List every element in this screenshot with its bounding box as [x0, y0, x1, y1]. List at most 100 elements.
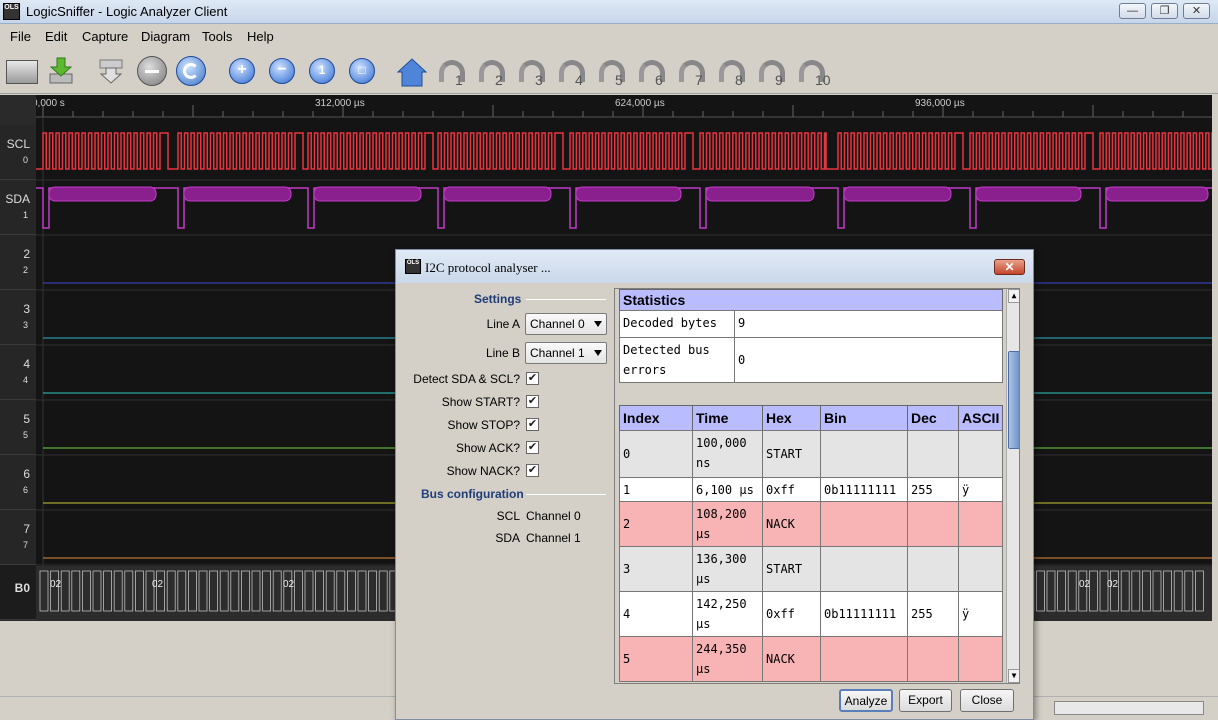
- sda-data-segment: [443, 186, 552, 202]
- table-cell-hex: START: [762, 430, 821, 478]
- column-header[interactable]: Dec: [907, 405, 959, 431]
- zoom-original-icon[interactable]: 1: [309, 58, 335, 84]
- table-cell-dec: [907, 546, 959, 592]
- bookmark-1-icon[interactable]: 1: [437, 58, 471, 90]
- table-cell-time: 6,100 µs: [692, 477, 763, 502]
- table-cell-dec: [907, 636, 959, 682]
- show-ack-checkbox[interactable]: ✔: [526, 441, 539, 454]
- zoom-out-icon[interactable]: −: [269, 58, 295, 84]
- divider: [526, 299, 606, 300]
- table-cell-hex: 0xff: [762, 591, 821, 637]
- bookmark-3-icon[interactable]: 3: [517, 58, 551, 90]
- menu-tools[interactable]: Tools: [202, 29, 232, 44]
- bus-value-label: 02: [50, 579, 62, 590]
- line-a-label: Line A: [486, 317, 520, 331]
- column-header[interactable]: Hex: [762, 405, 821, 431]
- menu-file[interactable]: File: [10, 29, 31, 44]
- bus-config-heading: Bus configuration: [421, 487, 524, 501]
- line-a-select[interactable]: Channel 0: [525, 313, 607, 335]
- sda-data-segment: [843, 186, 952, 202]
- table-cell-bin: [820, 430, 908, 478]
- show-start-checkbox[interactable]: ✔: [526, 395, 539, 408]
- bookmark-7-icon[interactable]: 7: [677, 58, 711, 90]
- dialog-app-icon: OLS: [405, 259, 421, 274]
- dialog-titlebar: OLS I2C protocol analyser ... ✕: [396, 250, 1033, 283]
- line-b-select[interactable]: Channel 1: [525, 342, 607, 364]
- zoom-fit-icon[interactable]: □: [349, 58, 375, 84]
- table-cell-bin: 0b11111111: [820, 477, 908, 502]
- scl-trace: [36, 132, 1212, 170]
- repeat-capture-icon[interactable]: [176, 56, 206, 86]
- table-cell-index: 2: [619, 501, 693, 547]
- show-nack-label: Show NACK?: [446, 464, 520, 478]
- analyze-button[interactable]: Analyze: [839, 689, 893, 712]
- show-ack-label: Show ACK?: [455, 441, 520, 455]
- dialog-close-icon[interactable]: ✕: [994, 259, 1025, 275]
- bus-errors-label: Detected bus errors: [619, 337, 735, 383]
- settings-heading: Settings: [474, 292, 522, 306]
- channel-label[interactable]: 44: [0, 345, 36, 400]
- menu-edit[interactable]: Edit: [45, 29, 67, 44]
- scl-label: SCL: [496, 509, 520, 523]
- channel-label[interactable]: 22: [0, 235, 36, 290]
- capture-icon[interactable]: [96, 56, 126, 86]
- close-window-button[interactable]: ✕: [1183, 3, 1210, 19]
- channel-label[interactable]: SDA 1: [0, 180, 36, 235]
- bookmark-10-icon[interactable]: 10: [797, 58, 831, 90]
- show-stop-label: Show STOP?: [447, 418, 520, 432]
- channel-label[interactable]: 66: [0, 455, 36, 510]
- menu-bar: File Edit Capture Diagram Tools Help: [0, 26, 1218, 48]
- column-header[interactable]: Time: [692, 405, 763, 431]
- table-cell-hex: NACK: [762, 636, 821, 682]
- table-cell-index: 0: [619, 430, 693, 478]
- menu-diagram[interactable]: Diagram: [141, 29, 190, 44]
- minimize-button[interactable]: —: [1119, 3, 1146, 19]
- stop-capture-icon[interactable]: [137, 56, 167, 86]
- bookmark-5-icon[interactable]: 5: [597, 58, 631, 90]
- bookmark-2-icon[interactable]: 2: [477, 58, 511, 90]
- bookmark-8-icon[interactable]: 8: [717, 58, 751, 90]
- table-cell-time: 108,200 µs: [692, 501, 763, 547]
- scroll-thumb[interactable]: [1008, 351, 1019, 449]
- detect-sda-scl-checkbox[interactable]: ✔: [526, 372, 539, 385]
- detect-sda-scl-label: Detect SDA & SCL?: [413, 372, 520, 386]
- sda-data-segment: [48, 186, 157, 202]
- channel-label[interactable]: SCL 0: [0, 125, 36, 180]
- sda-data-segment: [575, 186, 682, 202]
- column-header[interactable]: ASCII: [958, 405, 1003, 431]
- export-button[interactable]: Export: [899, 689, 952, 712]
- menu-capture[interactable]: Capture: [82, 29, 128, 44]
- home-icon[interactable]: [395, 56, 428, 87]
- show-stop-checkbox[interactable]: ✔: [526, 418, 539, 431]
- bookmark-4-icon[interactable]: 4: [557, 58, 591, 90]
- bookmark-9-icon[interactable]: 9: [757, 58, 791, 90]
- divider: [526, 494, 606, 495]
- results-panel[interactable]: Statistics Decoded bytes 9 Detected bus …: [614, 288, 1020, 684]
- results-scrollbar[interactable]: ▲ ▼: [1006, 289, 1019, 683]
- channel-label[interactable]: 77: [0, 510, 36, 565]
- zoom-in-icon[interactable]: +: [229, 58, 255, 84]
- close-button[interactable]: Close: [960, 689, 1014, 712]
- column-header[interactable]: Bin: [820, 405, 908, 431]
- line-b-label: Line B: [485, 346, 520, 360]
- table-cell-ascii: ÿ: [958, 591, 1003, 637]
- channel-label[interactable]: B0: [0, 565, 36, 620]
- scroll-up-icon[interactable]: ▲: [1008, 289, 1019, 303]
- table-cell-bin: [820, 636, 908, 682]
- chevron-down-icon: [594, 350, 602, 356]
- scroll-down-icon[interactable]: ▼: [1008, 669, 1019, 683]
- save-download-icon[interactable]: [46, 56, 76, 86]
- maximize-button[interactable]: ❐: [1151, 3, 1178, 19]
- bookmark-6-icon[interactable]: 6: [637, 58, 671, 90]
- channel-label[interactable]: 33: [0, 290, 36, 345]
- ruler-label: 0,000 s: [32, 98, 65, 109]
- open-file-icon[interactable]: [6, 60, 38, 84]
- decoded-bytes-label: Decoded bytes: [619, 310, 735, 338]
- table-cell-hex: START: [762, 546, 821, 592]
- decoded-bytes-value: 9: [734, 310, 1003, 338]
- show-nack-checkbox[interactable]: ✔: [526, 464, 539, 477]
- table-cell-dec: 255: [907, 591, 959, 637]
- menu-help[interactable]: Help: [247, 29, 274, 44]
- channel-label[interactable]: 55: [0, 400, 36, 455]
- column-header[interactable]: Index: [619, 405, 693, 431]
